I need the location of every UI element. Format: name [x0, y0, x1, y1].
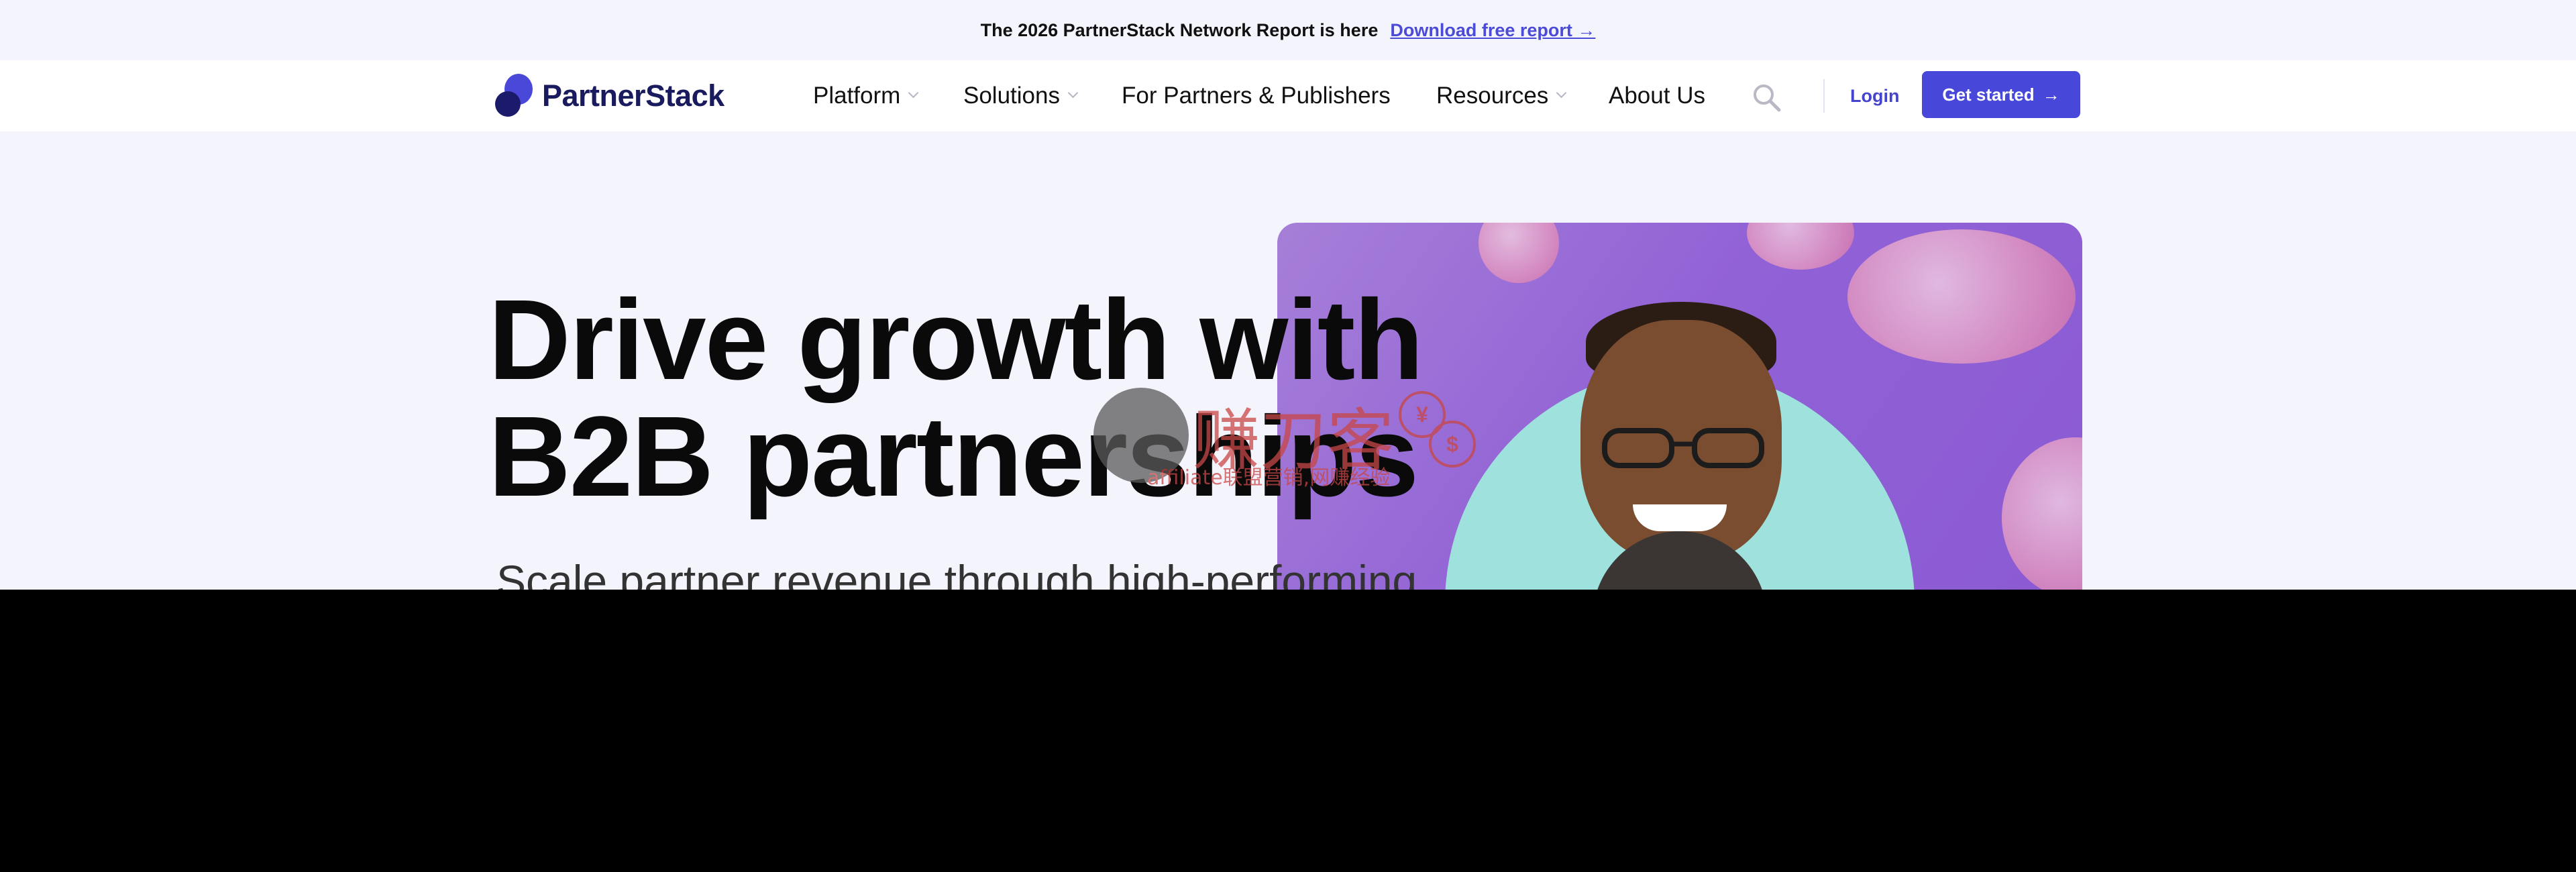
nav-item-partners-publishers[interactable]: For Partners & Publishers: [1122, 60, 1391, 131]
partnerstack-logo[interactable]: PartnerStack: [495, 74, 724, 118]
download-report-link[interactable]: Download free report →: [1390, 20, 1595, 41]
chevron-down-icon: [1067, 87, 1079, 98]
nav-divider: [1823, 79, 1825, 113]
hero-subheadline: Scale partner revenue through high-perfo…: [496, 556, 1417, 590]
nav-item-platform[interactable]: Platform: [813, 60, 919, 131]
nav-item-label: About Us: [1609, 83, 1705, 109]
nav-item-label: Solutions: [963, 83, 1060, 109]
logo-text: PartnerStack: [542, 78, 724, 113]
blank-area: [0, 590, 2576, 872]
hero-headline-line1: Drive growth with: [488, 276, 1424, 404]
page: The 2026 PartnerStack Network Report is …: [0, 0, 2576, 590]
main-nav: PartnerStack Platform Solutions For Part…: [0, 60, 2576, 131]
search-icon[interactable]: [1751, 82, 1782, 113]
watermark-subtitle: affiliate联盟营销,网赚经验: [1147, 466, 1391, 490]
chevron-down-icon: [1556, 87, 1567, 98]
coin-icon: $: [1429, 421, 1476, 468]
nav-item-label: For Partners & Publishers: [1122, 83, 1391, 109]
logo-icon: [495, 74, 533, 118]
nav-item-resources[interactable]: Resources: [1436, 60, 1567, 131]
nav-item-solutions[interactable]: Solutions: [963, 60, 1079, 131]
arrow-right-icon: →: [2042, 84, 2060, 105]
nav-item-label: Platform: [813, 83, 901, 109]
get-started-label: Get started: [1942, 84, 2035, 105]
watermark: 赚刀客 ¥ $ affiliate联盟营销,网赚经验: [1093, 386, 1483, 493]
get-started-button[interactable]: Get started →: [1922, 71, 2080, 118]
login-link[interactable]: Login: [1850, 60, 1899, 131]
nav-item-about-us[interactable]: About Us: [1609, 60, 1705, 131]
announcement-message: The 2026 PartnerStack Network Report is …: [980, 19, 1379, 40]
nav-item-label: Resources: [1436, 83, 1549, 109]
chevron-down-icon: [908, 87, 919, 98]
announcement-bar: The 2026 PartnerStack Network Report is …: [0, 0, 2576, 60]
